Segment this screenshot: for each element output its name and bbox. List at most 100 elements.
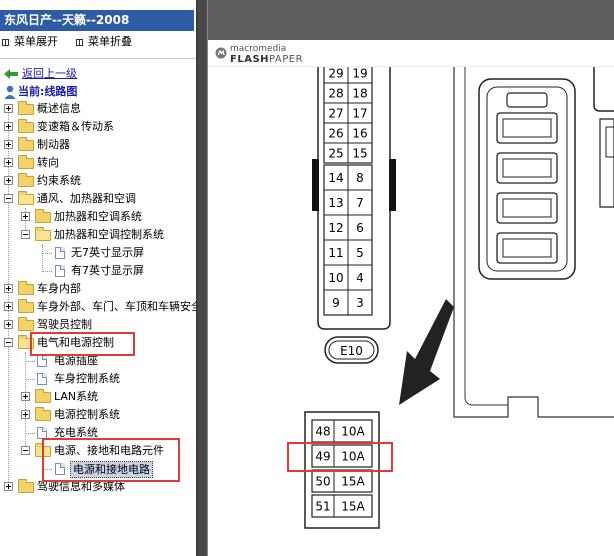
tree-item-no-display[interactable]: 无7英寸显示屏 <box>0 244 196 262</box>
pin-number: 7 <box>356 196 364 210</box>
pin-number: 13 <box>328 196 343 210</box>
tree-line <box>42 271 52 272</box>
expand-icon[interactable] <box>21 392 30 401</box>
collapse-icon[interactable] <box>4 338 13 347</box>
expand-icon[interactable] <box>21 212 30 221</box>
pointer-arrow <box>399 299 454 405</box>
document-viewer: macromedia FLASHPAPER 29 19 28 18 27 17 26 16 25… <box>198 0 614 556</box>
folder-icon <box>35 209 51 223</box>
tree-item-with-display[interactable]: 有7英寸显示屏 <box>0 262 196 280</box>
collapse-icon[interactable] <box>4 194 13 203</box>
tree-item-hvac[interactable]: 通风、加热器和空调 <box>0 190 196 208</box>
expand-icon[interactable] <box>4 284 13 293</box>
expand-icon[interactable] <box>4 482 13 491</box>
folder-icon <box>18 281 34 295</box>
tree-item-transmission[interactable]: 变速箱＆传动系 <box>0 118 196 136</box>
tree-item-overview[interactable]: 概述信息 <box>0 100 196 118</box>
pin-number: 26 <box>328 127 343 141</box>
tree-item-restraint[interactable]: 约束系统 <box>0 172 196 190</box>
collapse-icon[interactable] <box>21 446 30 455</box>
tree-item-brakes[interactable]: 制动器 <box>0 136 196 154</box>
relay-slot <box>496 232 558 264</box>
connector-latch <box>312 159 319 211</box>
divider <box>0 58 196 59</box>
expand-icon[interactable] <box>4 176 13 185</box>
highlight-box <box>30 332 135 356</box>
tree-line <box>25 433 35 434</box>
folder-icon <box>18 479 34 493</box>
pin-number: 25 <box>328 147 343 161</box>
expand-icon[interactable] <box>4 158 13 167</box>
expand-icon[interactable] <box>21 410 30 419</box>
relay-block <box>478 78 576 280</box>
pin-number: 8 <box>356 171 364 185</box>
folder-icon <box>35 389 51 403</box>
expand-icon[interactable] <box>4 302 13 311</box>
flashpaper-toolbar: macromedia FLASHPAPER <box>208 40 614 67</box>
pin-number: 12 <box>328 221 343 235</box>
pin-number: 6 <box>356 221 364 235</box>
tree-item-body-exterior[interactable]: 车身外部、车门、车顶和车辆安全 <box>0 298 198 316</box>
relay-slot-inner <box>502 158 552 178</box>
viewer-edge <box>198 0 208 556</box>
collapse-icon[interactable] <box>21 230 30 239</box>
tree-item-steering[interactable]: 转向 <box>0 154 196 172</box>
fuse-number: 48 <box>315 425 330 439</box>
tree-item-power-control[interactable]: 电源控制系统 <box>0 406 196 424</box>
fuse-rating: 15A <box>341 475 365 489</box>
pin-number: 29 <box>328 67 343 81</box>
pin-number: 14 <box>328 171 343 185</box>
document-icon <box>37 373 47 385</box>
back-link[interactable]: 返回上一级 <box>0 65 196 83</box>
tree-line <box>42 253 52 254</box>
expand-icon[interactable] <box>4 320 13 329</box>
expand-icon[interactable] <box>4 122 13 131</box>
folder-icon <box>18 155 34 169</box>
tree-item-body-control[interactable]: 车身控制系统 <box>0 370 196 388</box>
folder-icon <box>35 407 51 421</box>
relay-slot <box>496 192 558 224</box>
pin-number: 11 <box>328 246 343 260</box>
tree-item-lan[interactable]: LAN系统 <box>0 388 196 406</box>
folder-icon <box>18 119 34 133</box>
tree-item-body-interior[interactable]: 车身内部 <box>0 280 196 298</box>
connector-latch <box>389 159 396 211</box>
app-title: 东风日产--天籁--2008 <box>0 10 194 31</box>
folder-icon <box>18 173 34 187</box>
relay-slot-inner <box>502 198 552 218</box>
tree-item-heater-ac-control[interactable]: 加热器和空调控制系统 <box>0 226 196 244</box>
pin-number: 10 <box>328 271 343 285</box>
relay-tab <box>506 92 548 108</box>
folder-icon <box>18 317 34 331</box>
document-icon <box>37 355 47 367</box>
expand-menu-button[interactable]: 菜单展开 <box>2 33 58 51</box>
relay-slots <box>496 92 558 264</box>
folder-icon <box>18 299 34 313</box>
relay-slot-inner <box>502 238 552 258</box>
fuse-rating: 10A <box>341 425 365 439</box>
pin-number: 3 <box>356 296 364 310</box>
grid-icon <box>76 39 83 46</box>
macromedia-logo-icon <box>215 47 227 59</box>
expand-icon[interactable] <box>4 104 13 113</box>
fuse-table: 48 10A 49 10A 50 15A 51 15A <box>311 419 373 518</box>
pin-number: 15 <box>352 147 367 161</box>
navigation-pane: 东风日产--天籁--2008 菜单展开 菜单折叠 返回上一级 当前:线路图 概述… <box>0 0 198 556</box>
collapse-menu-button[interactable]: 菜单折叠 <box>76 33 132 51</box>
folder-icon <box>18 137 34 151</box>
user-icon <box>4 85 16 99</box>
tree-line <box>25 361 35 362</box>
fuse-rating: 10A <box>341 450 365 464</box>
pin-number: 27 <box>328 107 343 121</box>
tree-item-heater-ac-system[interactable]: 加热器和空调系统 <box>0 208 196 226</box>
relay-slot-inner <box>502 118 552 138</box>
pin-number: 28 <box>328 87 343 101</box>
expand-icon[interactable] <box>4 140 13 149</box>
relay-slot <box>496 152 558 184</box>
pin-number: 9 <box>332 296 340 310</box>
menu-bar: 菜单展开 菜单折叠 <box>0 33 196 51</box>
back-arrow-icon <box>4 69 18 79</box>
pin-number: 5 <box>356 246 364 260</box>
wiring-diagram: 29 1928 1827 1726 1625 15 14 813 712 611 510 49 3 E… <box>287 67 614 529</box>
tree-line <box>25 379 35 380</box>
